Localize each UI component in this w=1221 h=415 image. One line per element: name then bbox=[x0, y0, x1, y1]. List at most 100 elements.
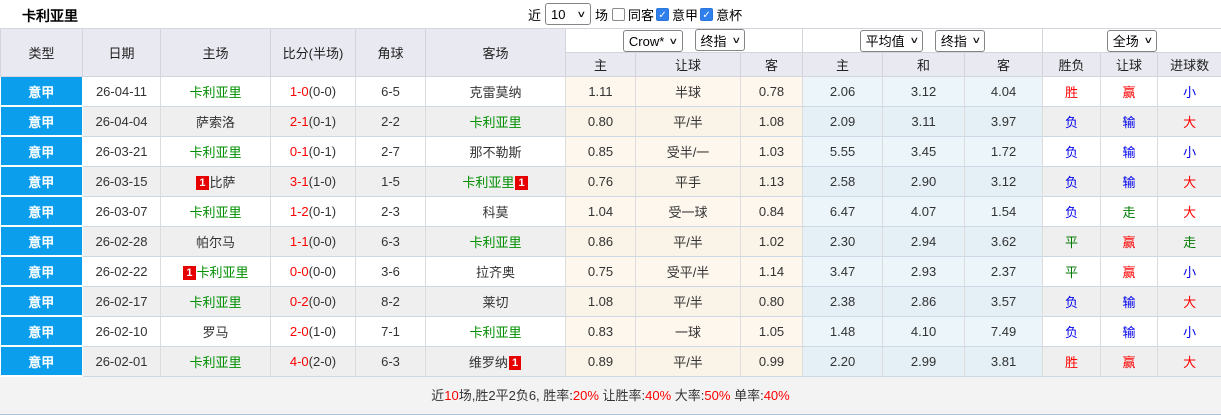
footer-text-segment: 10 bbox=[444, 388, 459, 403]
col-header-ah-line: 让球 bbox=[635, 52, 741, 77]
cell-ah-line: 受一球 bbox=[635, 196, 741, 227]
score-halftime: (0-0) bbox=[308, 83, 337, 99]
footer-text-segment: 近 bbox=[431, 388, 445, 403]
cell-league-type: 意甲 bbox=[0, 196, 83, 227]
cell-result-goals: 小 bbox=[1157, 256, 1221, 287]
recent-count-select[interactable]: 10 ∨ bbox=[545, 3, 592, 25]
score-fulltime: 1-1 bbox=[289, 233, 309, 249]
cell-ah-away-odds: 0.84 bbox=[740, 196, 804, 227]
cell-eu-home-odds: 1.48 bbox=[802, 316, 884, 347]
eu-company-select-value: 平均值 bbox=[865, 34, 905, 49]
result-scope-select[interactable]: 全场 ∨ bbox=[1106, 29, 1158, 52]
cell-eu-away-odds: 1.54 bbox=[964, 196, 1044, 227]
cell-corners: 6-3 bbox=[355, 346, 426, 377]
filter-checkbox[interactable]: ✓ 意杯 bbox=[700, 5, 742, 24]
table-row: 意甲 26-04-11 卡利亚里 1-0(0-0) 6-5 克雷莫纳 1.11 半球 0.78 2… bbox=[0, 76, 1221, 107]
cell-score: 0-1(0-1) bbox=[270, 136, 356, 167]
checkbox-icon[interactable] bbox=[612, 7, 626, 21]
cell-result-wdl: 平 bbox=[1042, 256, 1102, 287]
cell-date: 26-02-22 bbox=[82, 256, 161, 287]
table-header: 类型 日期 主场 比分(半场) 角球 客场 Crow* ∨ 终指 ∨ 平均值 ∨… bbox=[0, 28, 1221, 77]
eu-time-select[interactable]: 终指 ∨ bbox=[934, 29, 986, 52]
cell-result-goals: 大 bbox=[1157, 166, 1221, 197]
cell-ah-home-odds: 1.11 bbox=[565, 76, 636, 107]
cell-result-handicap: 输 bbox=[1100, 316, 1159, 347]
cell-eu-away-odds: 3.97 bbox=[964, 106, 1044, 137]
eu-company-select[interactable]: 平均值 ∨ bbox=[859, 29, 924, 52]
result-group-header: 全场 ∨ bbox=[1042, 28, 1221, 53]
cell-ah-home-odds: 0.83 bbox=[565, 316, 636, 347]
eu-odds-group-header: 平均值 ∨ 终指 ∨ bbox=[802, 28, 1044, 53]
cell-home-team: 卡利亚里 bbox=[160, 196, 271, 227]
cell-ah-home-odds: 0.86 bbox=[565, 226, 636, 257]
cell-eu-draw-odds: 3.11 bbox=[882, 106, 966, 137]
cell-eu-away-odds: 3.81 bbox=[964, 346, 1044, 377]
score-halftime: (1-0) bbox=[308, 323, 337, 339]
cell-ah-line: 平/半 bbox=[635, 226, 741, 257]
odds-history-page: 卡利亚里 近 10 ∨ 场 同客 ✓ 意甲 ✓ 意杯 类型 日期 主场 比分(半场) 角… bbox=[0, 0, 1221, 415]
cell-away-team: 拉齐奥 bbox=[425, 256, 566, 287]
cell-result-goals: 走 bbox=[1157, 226, 1221, 257]
cell-corners: 3-6 bbox=[355, 256, 426, 287]
cell-result-goals: 大 bbox=[1157, 286, 1221, 317]
red-card-badge: 1 bbox=[515, 175, 528, 190]
header-row-groups: 类型 日期 主场 比分(半场) 角球 客场 Crow* ∨ 终指 ∨ 平均值 ∨… bbox=[0, 28, 1221, 77]
score-halftime: (0-1) bbox=[308, 143, 337, 159]
chevron-down-icon: ∨ bbox=[1143, 35, 1154, 45]
cell-result-wdl: 负 bbox=[1042, 316, 1102, 347]
cell-date: 26-02-28 bbox=[82, 226, 161, 257]
cell-score: 2-0(1-0) bbox=[270, 316, 356, 347]
cell-eu-draw-odds: 3.45 bbox=[882, 136, 966, 167]
cell-result-wdl: 负 bbox=[1042, 106, 1102, 137]
score-fulltime: 0-2 bbox=[289, 293, 309, 309]
team-name: 卡利亚里 bbox=[189, 84, 242, 100]
cell-corners: 6-3 bbox=[355, 226, 426, 257]
filter-checkbox[interactable]: 同客 bbox=[612, 5, 654, 24]
cell-league-type: 意甲 bbox=[0, 166, 83, 197]
cell-result-wdl: 负 bbox=[1042, 196, 1102, 227]
cell-ah-line: 受平/半 bbox=[635, 256, 741, 287]
cell-score: 0-2(0-0) bbox=[270, 286, 356, 317]
ah-company-select-value: Crow* bbox=[628, 33, 665, 49]
cell-result-goals: 大 bbox=[1157, 346, 1221, 377]
cell-eu-home-odds: 2.06 bbox=[802, 76, 884, 107]
score-fulltime: 0-0 bbox=[289, 263, 309, 279]
ah-company-select[interactable]: Crow* ∨ bbox=[622, 30, 683, 52]
cell-date: 26-02-01 bbox=[82, 346, 161, 377]
checkbox-label: 意杯 bbox=[716, 7, 743, 23]
checkbox-icon[interactable]: ✓ bbox=[656, 7, 670, 21]
score-fulltime: 2-0 bbox=[289, 323, 309, 339]
cell-eu-draw-odds: 2.86 bbox=[882, 286, 966, 317]
filter-checkbox[interactable]: ✓ 意甲 bbox=[656, 5, 698, 24]
cell-league-type: 意甲 bbox=[0, 316, 83, 347]
col-header-eu-draw: 和 bbox=[882, 52, 966, 77]
cell-away-team: 卡利亚里 bbox=[425, 106, 566, 137]
cell-result-handicap: 赢 bbox=[1100, 256, 1159, 287]
team-name: 莱切 bbox=[482, 294, 509, 310]
team-name: 克雷莫纳 bbox=[469, 84, 522, 100]
score-fulltime: 0-1 bbox=[289, 143, 309, 159]
table-row: 意甲 26-02-01 卡利亚里 4-0(2-0) 6-3 维罗纳 1 0.89 平/半 0.99… bbox=[0, 346, 1221, 377]
cell-home-team: 1 卡利亚里 bbox=[160, 256, 271, 287]
score-fulltime: 1-0 bbox=[289, 83, 309, 99]
result-scope-select-value: 全场 bbox=[1112, 34, 1139, 49]
ah-odds-group-header: Crow* ∨ 终指 ∨ bbox=[564, 28, 804, 53]
red-card-badge: 1 bbox=[508, 355, 522, 370]
cell-ah-away-odds: 1.08 bbox=[740, 106, 804, 137]
cell-away-team: 那不勒斯 bbox=[425, 136, 566, 167]
cell-eu-draw-odds: 2.94 bbox=[882, 226, 966, 257]
cell-home-team: 卡利亚里 bbox=[160, 346, 271, 377]
table-row: 意甲 26-02-17 卡利亚里 0-2(0-0) 8-2 莱切 1.08 平/半 0.80 2.… bbox=[0, 286, 1221, 317]
col-header-result-wdl: 胜负 bbox=[1042, 52, 1102, 77]
cell-ah-away-odds: 1.13 bbox=[740, 166, 804, 197]
cell-result-goals: 小 bbox=[1157, 316, 1221, 347]
score-halftime: (0-0) bbox=[308, 233, 337, 249]
cell-ah-line: 平手 bbox=[635, 166, 741, 197]
checkbox-icon[interactable]: ✓ bbox=[700, 7, 714, 21]
col-header-date: 日期 bbox=[82, 28, 161, 77]
cell-score: 4-0(2-0) bbox=[270, 346, 356, 377]
cell-corners: 2-7 bbox=[355, 136, 426, 167]
ah-time-select[interactable]: 终指 ∨ bbox=[694, 29, 746, 51]
cell-corners: 2-2 bbox=[355, 106, 426, 137]
col-header-score: 比分(半场) bbox=[270, 28, 356, 77]
